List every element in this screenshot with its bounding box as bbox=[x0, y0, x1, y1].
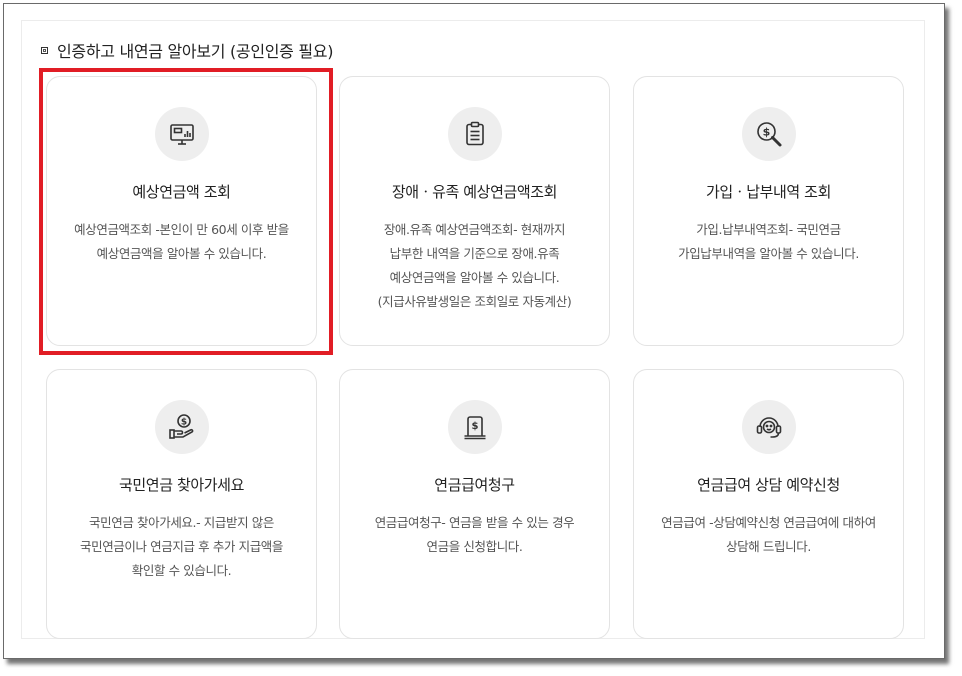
card-description: 가입.납부내역조회- 국민연금 가입납부내역을 알아볼 수 있습니다. bbox=[644, 218, 893, 266]
card-description-line: 확인할 수 있습니다. bbox=[131, 563, 232, 578]
card-disability-survivor-pension[interactable]: 장애ㆍ유족 예상연금액조회 장애.유족 예상연금액조회- 현재까지 납부한 내역… bbox=[339, 76, 610, 346]
card-description-line: 장애.유족 예상연금액조회- 현재까지 bbox=[383, 222, 566, 237]
card-description-line: 상담해 드립니다. bbox=[726, 539, 811, 554]
card-description-line: 가입납부내역을 알아볼 수 있습니다. bbox=[678, 246, 859, 261]
card-description-line: 연금급여 -상담예약신청 연금급여에 대하여 bbox=[661, 515, 876, 530]
card-find-national-pension[interactable]: $ 국민연금 찾아가세요 국민연금 찾아가세요.- 지급받지 않은 국민연금이나… bbox=[46, 369, 317, 639]
card-description-line: 국민연금 찾아가세요.- 지급받지 않은 bbox=[89, 515, 274, 530]
card-description-line: 납부한 내역을 기준으로 장애.유족 bbox=[389, 246, 560, 261]
card-expected-pension[interactable]: 예상연금액 조회 예상연금액조회 -본인이 만 60세 이후 받을 예상연금액을… bbox=[46, 76, 317, 346]
card-description-line: (지급사유발생일은 조회일로 자동계산) bbox=[377, 294, 572, 309]
square-bullet-icon bbox=[41, 46, 48, 54]
card-description-line: 예상연금액을 알아볼 수 있습니다. bbox=[389, 270, 560, 285]
card-description-line: 예상연금액을 알아볼 수 있습니다. bbox=[96, 246, 267, 261]
card-description: 예상연금액조회 -본인이 만 60세 이후 받을 예상연금액을 알아볼 수 있습… bbox=[57, 218, 306, 266]
headset-icon bbox=[741, 400, 796, 454]
card-description-line: 가입.납부내역조회- 국민연금 bbox=[696, 222, 841, 237]
monitor-chart-icon bbox=[154, 107, 209, 161]
card-description: 장애.유족 예상연금액조회- 현재까지 납부한 내역을 기준으로 장애.유족 예… bbox=[350, 218, 599, 314]
card-title: 가입ㆍ납부내역 조회 bbox=[706, 183, 831, 201]
svg-text:$: $ bbox=[180, 418, 186, 428]
card-description: 연금급여 -상담예약신청 연금급여에 대하여 상담해 드립니다. bbox=[644, 511, 893, 559]
card-description-line: 예상연금액조회 -본인이 만 60세 이후 받을 bbox=[74, 222, 289, 237]
card-enrollment-payment-history[interactable]: $ 가입ㆍ납부내역 조회 가입.납부내역조회- 국민연금 가입납부내역을 알아볼… bbox=[633, 76, 904, 346]
search-dollar-icon: $ bbox=[741, 107, 796, 161]
document-dollar-icon: $ bbox=[447, 400, 502, 454]
card-description: 연금급여청구- 연금을 받을 수 있는 경우 연금을 신청합니다. bbox=[350, 511, 599, 559]
card-title: 연금급여청구 bbox=[434, 476, 515, 494]
card-description: 국민연금 찾아가세요.- 지급받지 않은 국민연금이나 연금지급 후 추가 지급… bbox=[57, 511, 306, 583]
section-heading-text: 인증하고 내연금 알아보기 (공인인증 필요) bbox=[57, 42, 334, 61]
section-heading: 인증하고 내연금 알아보기 (공인인증 필요) bbox=[41, 38, 333, 62]
card-benefit-consultation-reservation[interactable]: 연금급여 상담 예약신청 연금급여 -상담예약신청 연금급여에 대하여 상담해 … bbox=[633, 369, 904, 639]
card-title: 예상연금액 조회 bbox=[132, 183, 231, 201]
card-title: 연금급여 상담 예약신청 bbox=[697, 476, 840, 494]
card-pension-benefit-claim[interactable]: $ 연금급여청구 연금급여청구- 연금을 받을 수 있는 경우 연금을 신청합니… bbox=[339, 369, 610, 639]
card-description-line: 연금을 신청합니다. bbox=[426, 539, 523, 554]
card-title: 장애ㆍ유족 예상연금액조회 bbox=[391, 183, 558, 201]
svg-text:$: $ bbox=[762, 126, 770, 139]
hand-coin-icon: $ bbox=[154, 400, 209, 454]
clipboard-icon bbox=[447, 107, 502, 161]
card-title: 국민연금 찾아가세요 bbox=[119, 476, 244, 494]
svg-text:$: $ bbox=[471, 421, 478, 432]
card-description-line: 연금급여청구- 연금을 받을 수 있는 경우 bbox=[374, 515, 575, 530]
card-description-line: 국민연금이나 연금지급 후 추가 지급액을 bbox=[80, 539, 283, 554]
